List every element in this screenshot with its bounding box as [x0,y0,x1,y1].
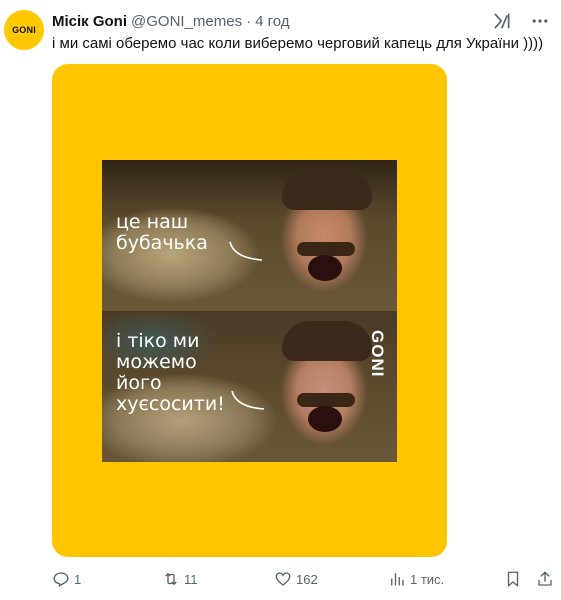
caption-line: бубачька [116,232,208,254]
tweet-header: Місік Goni @GONI_memes · 4 год [52,10,551,32]
bookmark-button[interactable] [504,568,522,590]
like-button[interactable]: 162 [274,568,318,590]
share-button[interactable] [536,568,554,590]
header-icons [491,10,551,32]
grok-icon[interactable] [491,10,513,32]
tweet-text: і ми самі оберемо час коли виберемо черг… [52,35,544,52]
meme-caption-top: це наш бубачька [116,212,208,254]
more-icon[interactable] [529,10,551,32]
repost-button[interactable]: 11 [162,568,198,590]
caption-line: це наш [116,211,189,233]
meme-panel-top: це наш бубачька [102,160,397,311]
meme-image: це наш бубачька і тіко ми можемо його ху… [102,160,397,462]
analytics-icon [391,573,404,586]
tweet-media[interactable]: це наш бубачька і тіко ми можемо його ху… [52,64,447,557]
meme-caption-bottom: і тіко ми можемо його хуєсосити! [116,331,225,415]
hair-shape [282,170,372,210]
curved-arrow-icon [231,390,265,410]
mustache-shape [297,393,355,407]
meme-panel-bottom: і тіко ми можемо його хуєсосити! [102,311,397,462]
mustache-shape [297,242,355,256]
mouth-shape [308,406,342,432]
author-handle[interactable]: @GONI_memes [131,13,242,30]
action-bar: 1 11 162 1 тис. [52,568,554,590]
goni-watermark: GONI [368,330,387,378]
mouth-shape [308,255,342,281]
caption-line: хуєсосити! [116,393,225,415]
reply-icon [53,572,69,587]
repost-count: 11 [184,571,198,587]
views-count: 1 тис. [410,571,445,587]
hair-shape [282,321,372,361]
author-name[interactable]: Місік Goni [52,13,127,30]
heart-icon [275,572,291,586]
post-time[interactable]: 4 год [255,13,289,30]
header-separator: · [246,12,252,30]
repost-icon [165,573,177,585]
avatar[interactable]: GONI [4,10,44,50]
curved-arrow-icon [229,241,263,261]
avatar-logo-text: GONI [12,25,36,35]
caption-line: і тіко ми [116,330,200,352]
like-count: 162 [296,571,318,587]
reply-button[interactable]: 1 [52,568,81,590]
reply-count: 1 [74,571,82,587]
views-button[interactable]: 1 тис. [388,568,444,590]
caption-line: його [116,372,162,394]
share-icon [538,571,552,586]
caption-line: можемо [116,351,197,373]
bookmark-icon [507,571,519,587]
